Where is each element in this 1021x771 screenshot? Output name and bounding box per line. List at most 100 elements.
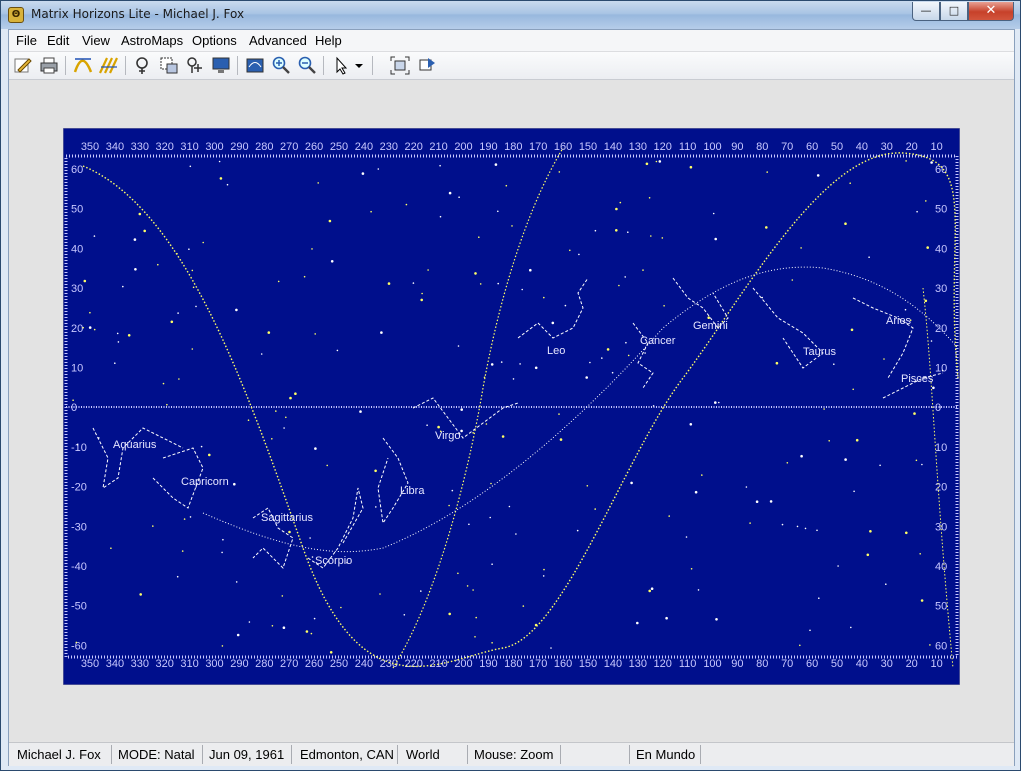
constellation-label: Pisces (901, 373, 934, 385)
menu-options[interactable]: Options (192, 33, 237, 48)
bottom-scale-label: 30 (881, 658, 893, 670)
star (288, 530, 291, 534)
menu-astromaps[interactable]: AstroMaps (121, 33, 183, 48)
constellation-label: Cancer (640, 335, 676, 347)
menu-advanced[interactable]: Advanced (249, 33, 307, 48)
star (202, 241, 204, 244)
star (271, 625, 274, 627)
left-scale-label: 10 (71, 363, 83, 375)
refresh-map-icon[interactable] (416, 55, 438, 76)
constellation-label: Aries (886, 315, 912, 327)
star (512, 378, 515, 380)
bottom-scale-label: 270 (280, 658, 298, 670)
star (655, 160, 658, 163)
star (235, 581, 238, 583)
star (472, 589, 474, 591)
right-scale-label: 20 (935, 323, 947, 335)
star (550, 647, 552, 649)
star (152, 525, 154, 527)
star (361, 172, 365, 175)
pointer-icon[interactable] (330, 55, 352, 76)
astro-lines-icon[interactable] (72, 55, 94, 76)
region-select-icon[interactable] (158, 55, 180, 76)
left-scale-label: 30 (71, 283, 83, 295)
star (122, 285, 124, 288)
star (769, 500, 773, 503)
zoom-out-icon[interactable] (296, 55, 318, 76)
left-scale-label: 60 (71, 164, 83, 176)
menu-help[interactable]: Help (315, 33, 342, 48)
star (468, 523, 470, 526)
star (271, 438, 273, 440)
edit-chart-icon[interactable] (12, 55, 34, 76)
star (799, 644, 801, 647)
app-logo-icon[interactable]: Θ (8, 7, 24, 23)
star (157, 263, 159, 266)
star (427, 269, 429, 271)
star (466, 585, 469, 587)
star (668, 515, 670, 517)
bottom-scale-label: 150 (579, 658, 597, 670)
star (491, 642, 493, 644)
zoom-in-icon[interactable] (270, 55, 292, 76)
star (490, 482, 492, 485)
star (235, 308, 238, 312)
chevron-down-icon[interactable] (352, 55, 366, 76)
star (755, 500, 759, 504)
bottom-scale-label: 100 (703, 658, 721, 670)
fit-view-icon[interactable] (389, 55, 411, 76)
status-map-type: World (402, 745, 468, 764)
astro-world-map[interactable]: 3503503403403303303203203103103003002902… (63, 128, 960, 685)
full-map-icon[interactable] (244, 55, 266, 76)
star (844, 222, 847, 225)
minimize-button[interactable]: — (912, 2, 940, 21)
star (852, 388, 854, 391)
star (420, 590, 422, 592)
top-scale-label: 290 (230, 141, 248, 153)
star (930, 340, 933, 342)
menu-edit[interactable]: Edit (47, 33, 69, 48)
star (685, 536, 688, 538)
bottom-scale-label: 310 (180, 658, 198, 670)
star (712, 212, 715, 215)
constellation-label: Scorpio (315, 555, 352, 567)
star (866, 553, 870, 557)
right-scale-label: 30 (935, 283, 947, 295)
star (615, 229, 618, 232)
star (809, 629, 811, 632)
star (497, 282, 500, 285)
star (282, 626, 286, 629)
star (310, 632, 313, 635)
window-title: Matrix Horizons Lite - Michael J. Fox (31, 7, 245, 21)
star (644, 352, 646, 354)
star (248, 621, 251, 623)
star (920, 599, 924, 602)
title-bar[interactable]: Θ Matrix Horizons Lite - Michael J. Fox … (1, 1, 1020, 29)
top-scale-label: 280 (255, 141, 273, 153)
star (208, 453, 211, 457)
star (497, 210, 499, 213)
planet-add-icon[interactable] (184, 55, 206, 76)
menu-view[interactable]: View (82, 33, 110, 48)
menu-file[interactable]: File (16, 33, 37, 48)
bottom-scale-label: 20 (906, 658, 918, 670)
star (766, 171, 768, 173)
maximize-button[interactable]: □ (940, 2, 968, 21)
star (311, 556, 314, 558)
close-button[interactable]: ✕ (968, 2, 1014, 21)
right-scale-label: 40 (935, 561, 947, 573)
monitor-icon[interactable] (210, 55, 232, 76)
star (925, 200, 927, 202)
planet-selector-icon[interactable] (132, 55, 154, 76)
star (915, 459, 918, 462)
star (305, 630, 309, 633)
print-icon[interactable] (38, 55, 60, 76)
status-location: Edmonton, CAN (296, 745, 398, 764)
star (833, 363, 835, 365)
star (543, 568, 545, 571)
astro-lines-alt-icon[interactable] (98, 55, 120, 76)
bottom-scale-label: 140 (604, 658, 622, 670)
star (611, 371, 614, 374)
star (850, 626, 852, 629)
bottom-scale-label: 120 (654, 658, 672, 670)
